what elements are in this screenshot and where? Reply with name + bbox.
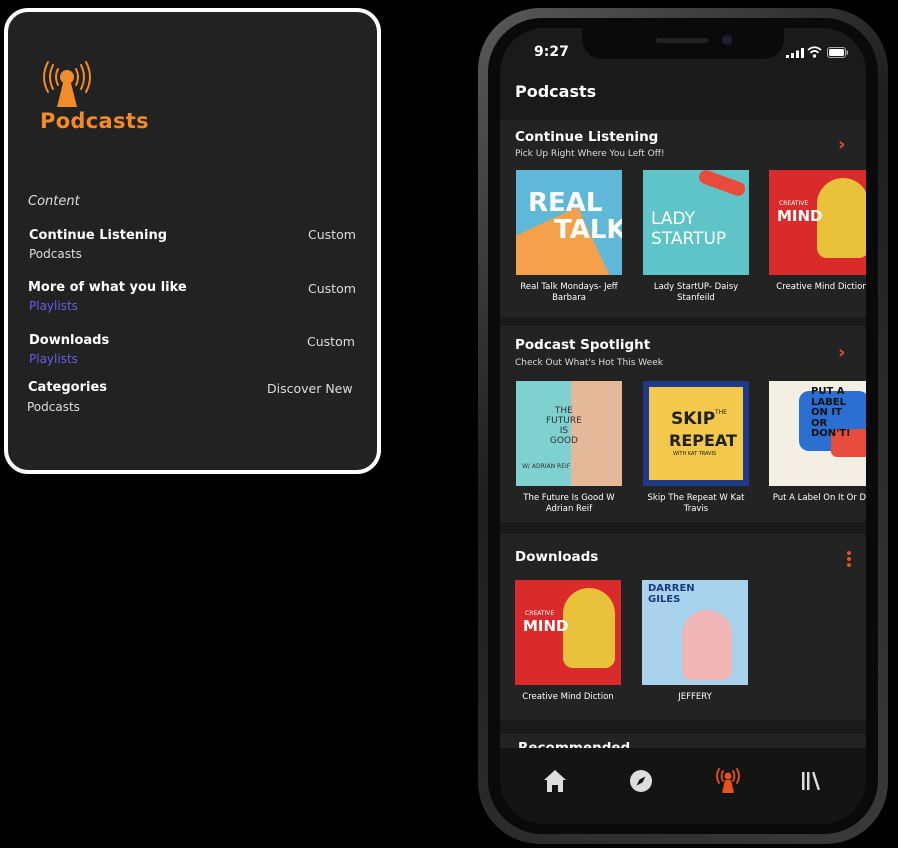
podcast-caption: Creative Mind Diction bbox=[776, 282, 866, 292]
row-more-you-like-tag: Custom bbox=[308, 281, 356, 296]
podcast-caption: JEFFERY bbox=[678, 692, 712, 702]
spotlight-section: Podcast Spotlight Check Out What's Hot T… bbox=[500, 326, 866, 522]
row-more-you-like-title[interactable]: More of what you like bbox=[28, 280, 187, 295]
podcast-caption: Real Talk Mondays- Jeff Barbara bbox=[520, 282, 618, 303]
row-continue-listening-subtitle: Podcasts bbox=[29, 247, 82, 261]
phone-notch bbox=[582, 28, 784, 59]
podcast-cover-jeffery: DARREN GILES bbox=[642, 580, 748, 685]
home-icon[interactable] bbox=[540, 766, 570, 796]
row-downloads-title[interactable]: Downloads bbox=[29, 333, 109, 348]
podcast-cover-put-a-label: PUT A LABEL ON IT OR DON'T! bbox=[769, 381, 866, 486]
row-categories-tag: Discover New bbox=[267, 381, 353, 396]
row-downloads-tag: Custom bbox=[307, 334, 355, 349]
signal-icon bbox=[786, 48, 804, 58]
podcast-tile[interactable]: CREATIVE MIND Creative Mind Diction bbox=[769, 170, 866, 293]
row-continue-listening-tag: Custom bbox=[308, 227, 356, 242]
row-categories-subtitle: Podcasts bbox=[27, 400, 80, 414]
podcast-icon[interactable] bbox=[713, 766, 743, 796]
podcast-tile[interactable]: LADY STARTUP Lady StartUP- Daisy Stanfei… bbox=[643, 170, 749, 303]
chevron-right-icon[interactable]: › bbox=[838, 342, 845, 363]
downloads-section: Downloads CREATIVE MIND Creative Mind Di… bbox=[500, 534, 866, 720]
content-label: Content bbox=[28, 194, 80, 209]
row-more-you-like-subtitle[interactable]: Playlists bbox=[29, 299, 78, 313]
downloads-title: Downloads bbox=[515, 549, 599, 565]
podcast-tile[interactable]: CREATIVE MIND Creative Mind Diction bbox=[515, 580, 621, 703]
continue-listening-subtitle: Pick Up Right Where You Left Off! bbox=[515, 149, 665, 159]
battery-icon bbox=[827, 47, 848, 58]
podcast-cover-future-is-good: THE FUTURE IS GOOD W/ ADRIAN REIF bbox=[516, 381, 622, 486]
podcast-tile[interactable]: THE FUTURE IS GOOD W/ ADRIAN REIF The Fu… bbox=[516, 381, 622, 514]
podcast-caption: The Future Is Good W Adrian Reif bbox=[523, 493, 615, 514]
earpiece-speaker bbox=[656, 38, 708, 43]
podcast-tile[interactable]: SKIP THE REPEAT WITH KAT TRAVIS Skip The… bbox=[643, 381, 749, 514]
podcast-broadcast-icon bbox=[43, 61, 91, 107]
compass-icon[interactable] bbox=[626, 766, 656, 796]
podcast-caption: Put A Label On It Or Do bbox=[772, 493, 866, 503]
podcast-tile[interactable]: REAL TALK Real Talk Mondays- Jeff Barbar… bbox=[516, 170, 622, 303]
library-icon[interactable] bbox=[797, 766, 827, 796]
row-continue-listening-title[interactable]: Continue Listening bbox=[29, 228, 167, 243]
podcast-cover-real-talk: REAL TALK bbox=[516, 170, 622, 275]
status-time: 9:27 bbox=[534, 44, 569, 60]
summary-card: Podcasts Content Continue Listening Podc… bbox=[4, 8, 381, 474]
row-downloads-subtitle[interactable]: Playlists bbox=[29, 352, 78, 366]
phone-screen: 9:27 Podcasts Continue Listening Pick Up… bbox=[500, 28, 866, 824]
podcast-tile[interactable]: PUT A LABEL ON IT OR DON'T! Put A Label … bbox=[769, 381, 866, 504]
wifi-icon bbox=[807, 46, 822, 58]
podcast-cover-creative-mind: CREATIVE MIND bbox=[769, 170, 866, 275]
podcast-cover-creative-mind: CREATIVE MIND bbox=[515, 580, 621, 685]
podcast-cover-lady-startup: LADY STARTUP bbox=[643, 170, 749, 275]
podcast-cover-skip-the-repeat: SKIP THE REPEAT WITH KAT TRAVIS bbox=[643, 381, 749, 486]
spotlight-subtitle: Check Out What's Hot This Week bbox=[515, 358, 663, 368]
podcast-caption: Creative Mind Diction bbox=[522, 692, 614, 702]
podcast-tile[interactable]: DARREN GILES JEFFERY bbox=[642, 580, 748, 703]
podcast-caption: Lady StartUP- Daisy Stanfeild bbox=[653, 282, 739, 303]
continue-listening-section: Continue Listening Pick Up Right Where Y… bbox=[500, 120, 866, 317]
podcast-caption: Skip The Repeat W Kat Travis bbox=[647, 493, 745, 514]
front-camera bbox=[722, 35, 732, 45]
bottom-tab-bar bbox=[500, 748, 866, 824]
more-vertical-icon[interactable] bbox=[846, 550, 852, 568]
continue-listening-title: Continue Listening bbox=[515, 129, 659, 145]
chevron-right-icon[interactable]: › bbox=[838, 134, 845, 155]
page-title: Podcasts bbox=[515, 82, 597, 101]
brand-title: Podcasts bbox=[40, 109, 149, 133]
row-categories-title[interactable]: Categories bbox=[28, 380, 107, 395]
spotlight-title: Podcast Spotlight bbox=[515, 337, 651, 353]
